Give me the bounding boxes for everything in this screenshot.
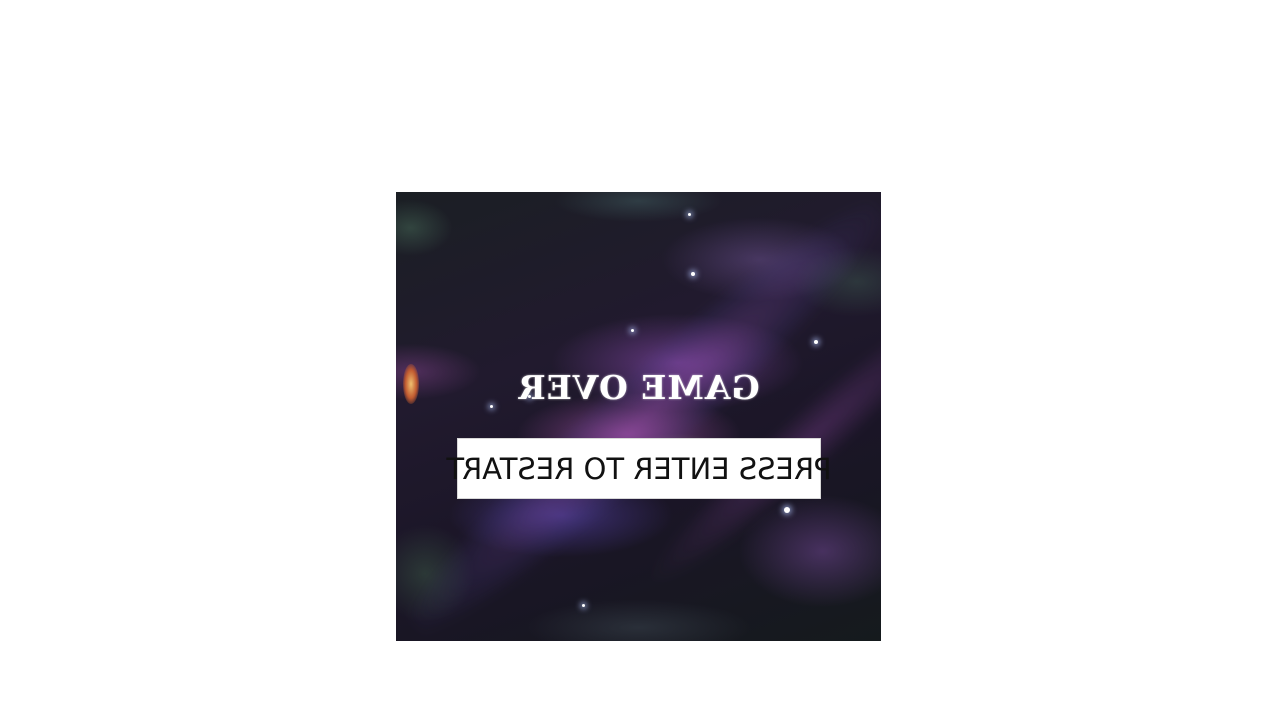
star	[814, 340, 818, 344]
star	[582, 604, 585, 607]
game-over-title: GAME OVER	[517, 368, 760, 407]
game-canvas[interactable]: GAME OVER PRESS ENTER TO RESTART	[396, 192, 881, 641]
restart-prompt[interactable]: PRESS ENTER TO RESTART	[446, 438, 832, 499]
star	[691, 272, 695, 276]
star	[631, 329, 634, 332]
star	[688, 213, 691, 216]
star	[784, 507, 790, 513]
